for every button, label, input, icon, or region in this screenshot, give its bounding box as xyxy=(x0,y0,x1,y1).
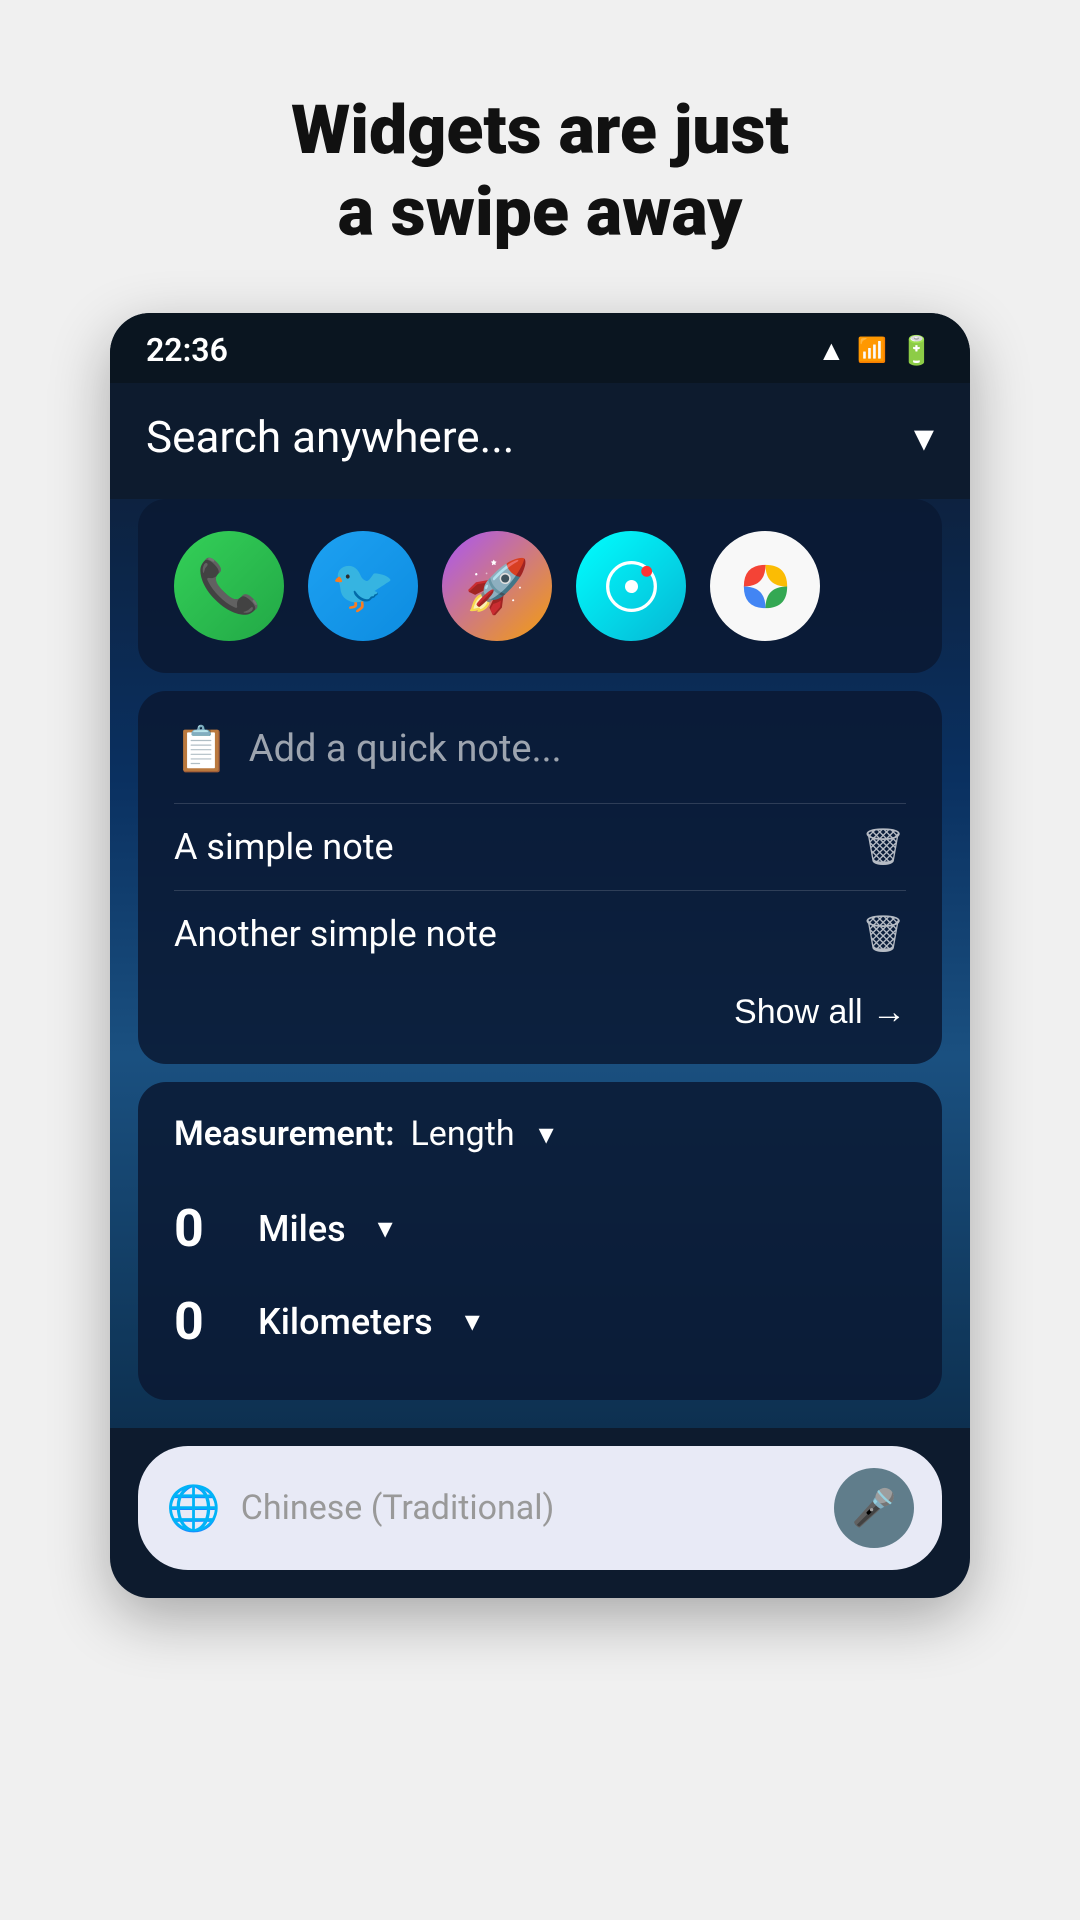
measurement-value-1: 0 xyxy=(174,1198,234,1259)
measurement-header: Measurement: Length ▾ xyxy=(174,1114,906,1154)
show-all-button[interactable]: Show all → xyxy=(734,993,906,1032)
delete-note-1-icon[interactable]: 🗑 xyxy=(860,826,906,868)
measurement-row-2: 0 Kilometers ▾ xyxy=(174,1275,906,1368)
note-item-2: Another simple note 🗑 xyxy=(174,890,906,977)
translate-icon: 🌐 xyxy=(166,1482,221,1534)
note-icon: 📋 xyxy=(174,723,229,775)
app-icon-photos[interactable] xyxy=(710,531,820,641)
widget-apps: 📞 🐦 🚀 xyxy=(138,499,942,673)
show-all-row: Show all → xyxy=(174,977,906,1032)
search-bar[interactable]: Search anywhere... ▾ xyxy=(110,383,970,499)
page-title: Widgets are just a swipe away xyxy=(231,90,849,253)
measurement-label: Measurement: xyxy=(174,1114,395,1154)
widget-notes: 📋 Add a quick note... A simple note 🗑 An… xyxy=(138,691,942,1064)
app-icon-camera[interactable] xyxy=(576,531,686,641)
wifi-icon: ▲ xyxy=(818,334,846,367)
unit-dropdown-1-icon[interactable]: ▾ xyxy=(378,1211,393,1246)
unit-dropdown-2-icon[interactable]: ▾ xyxy=(465,1304,480,1339)
mic-button[interactable]: 🎤 xyxy=(834,1468,914,1548)
status-icons: ▲ 📶 🔋 xyxy=(818,334,934,367)
app-icon-twitter[interactable]: 🐦 xyxy=(308,531,418,641)
signal-icon: 📶 xyxy=(857,336,887,364)
measurement-type: Length xyxy=(411,1114,515,1154)
note-item-1: A simple note 🗑 xyxy=(174,803,906,890)
translate-bar[interactable]: 🌐 Chinese (Traditional) 🎤 xyxy=(138,1446,942,1570)
status-bar: 22:36 ▲ 📶 🔋 xyxy=(110,313,970,383)
widget-measurement: Measurement: Length ▾ 0 Miles ▾ 0 Kilome… xyxy=(138,1082,942,1400)
app-icon-phone[interactable]: 📞 xyxy=(174,531,284,641)
app-icon-rocket[interactable]: 🚀 xyxy=(442,531,552,641)
note-add-row[interactable]: 📋 Add a quick note... xyxy=(174,723,906,775)
wallpaper-area: 📞 🐦 🚀 xyxy=(110,499,970,1428)
note-text-2: Another simple note xyxy=(174,913,497,955)
delete-note-2-icon[interactable]: 🗑 xyxy=(860,913,906,955)
battery-icon: 🔋 xyxy=(899,334,934,367)
note-text-1: A simple note xyxy=(174,826,394,868)
measurement-unit-2: Kilometers xyxy=(258,1301,433,1343)
measurement-dropdown-icon[interactable]: ▾ xyxy=(539,1117,554,1152)
status-time: 22:36 xyxy=(146,331,228,369)
note-add-placeholder: Add a quick note... xyxy=(249,727,562,771)
measurement-value-2: 0 xyxy=(174,1291,234,1352)
search-placeholder: Search anywhere... xyxy=(146,411,514,463)
translate-placeholder: Chinese (Traditional) xyxy=(241,1488,814,1528)
measurement-row-1: 0 Miles ▾ xyxy=(174,1182,906,1275)
chevron-down-icon[interactable]: ▾ xyxy=(914,414,934,461)
measurement-unit-1: Miles xyxy=(258,1208,346,1250)
phone-frame: 22:36 ▲ 📶 🔋 Search anywhere... ▾ 📞 🐦 🚀 xyxy=(110,313,970,1598)
